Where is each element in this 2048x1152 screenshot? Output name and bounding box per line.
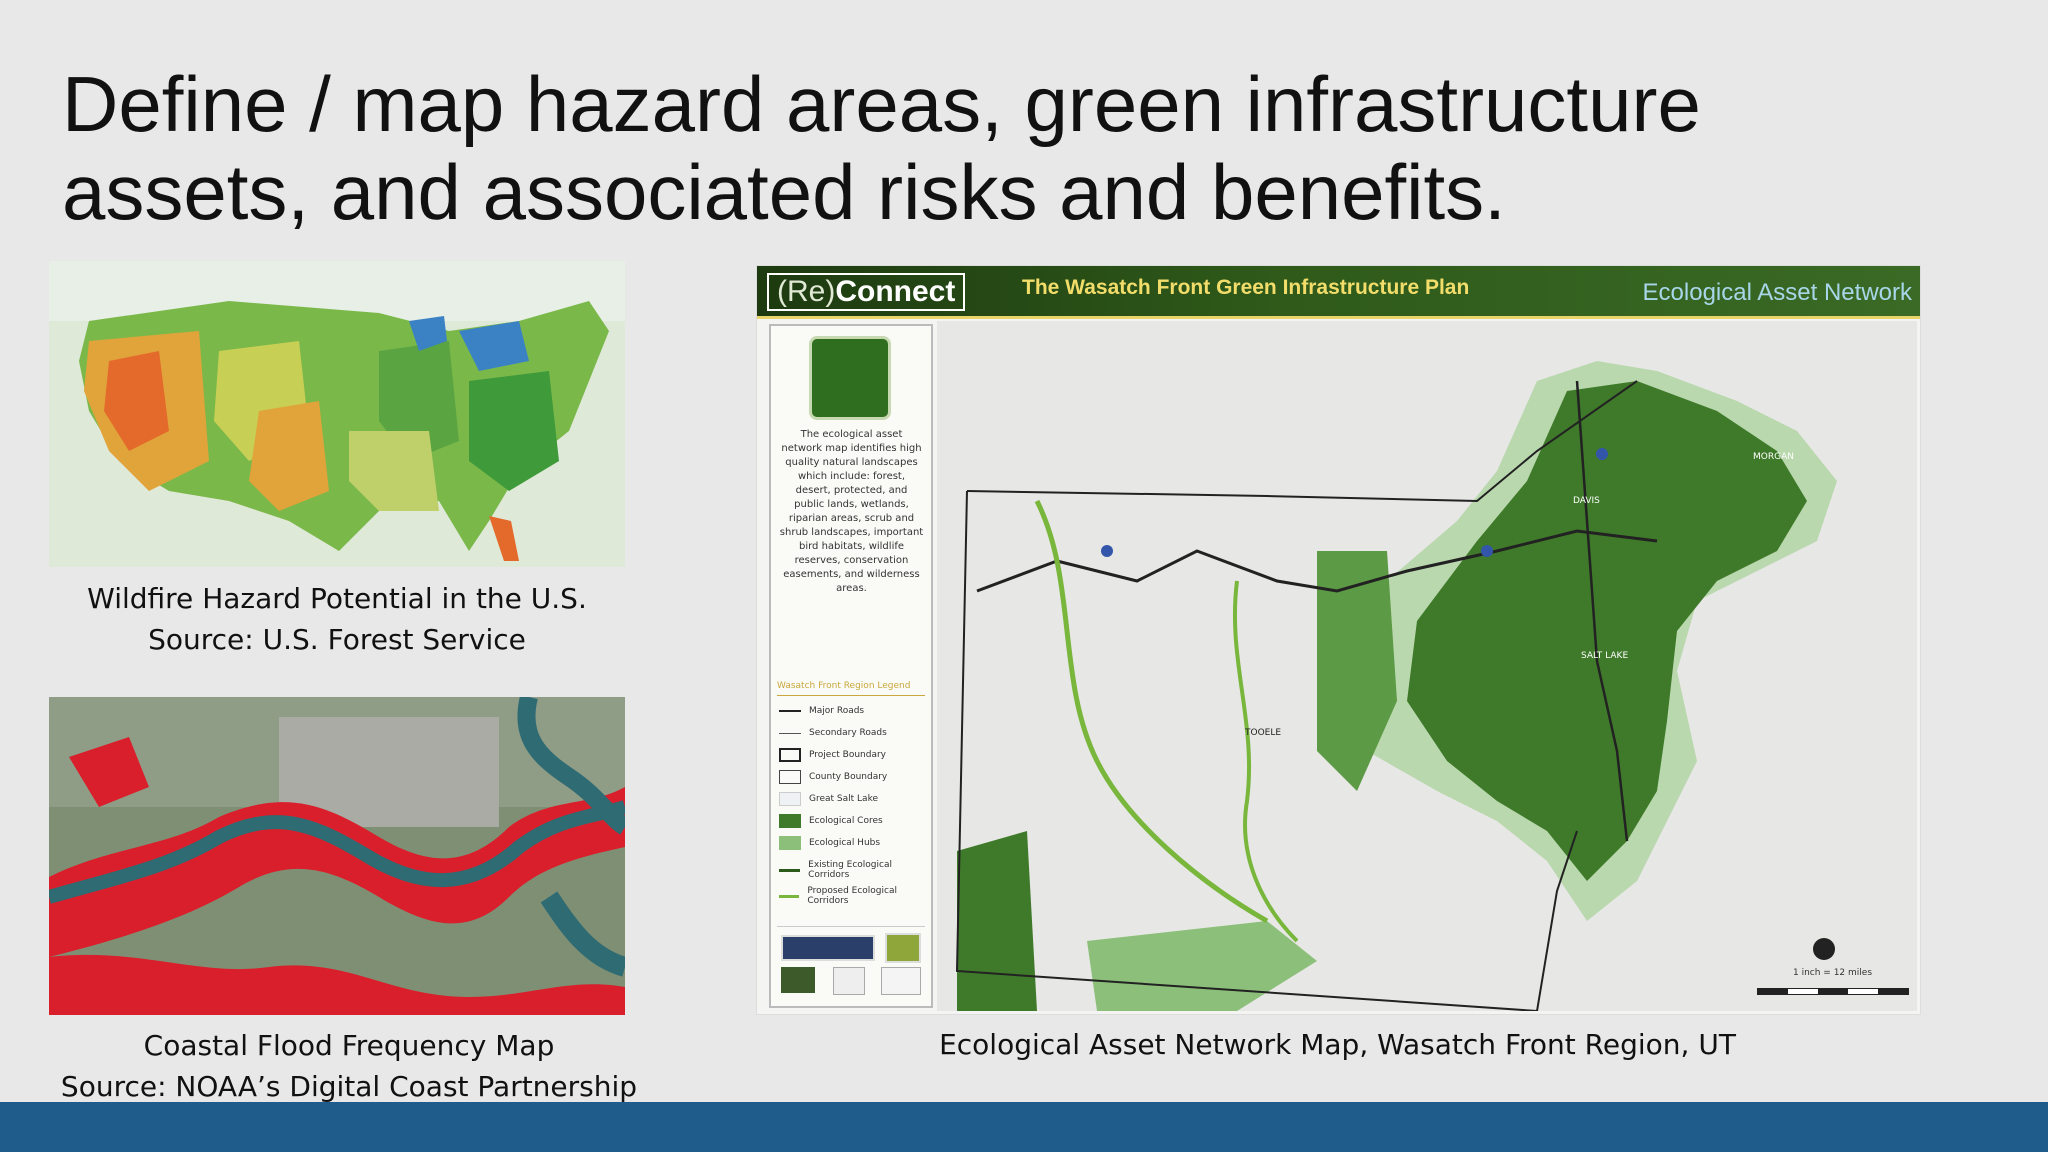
wildfire-caption-title: Wildfire Hazard Potential in the U.S. (87, 582, 587, 615)
existing-corridors-swatch (779, 868, 801, 872)
legend-label: Existing Ecological Corridors (808, 860, 892, 880)
legend-item-ecological-hubs: Ecological Hubs (779, 836, 880, 850)
eco-map-header: (Re)Connect The Wasatch Front Green Infr… (757, 266, 1920, 319)
coastal-map-graphic (49, 697, 625, 1015)
coastal-caption: Coastal Flood Frequency Map Source: NOAA… (49, 1025, 649, 1107)
reconnect-logo: (Re)Connect (767, 273, 966, 311)
eco-description: The ecological asset network map identif… (779, 429, 924, 594)
legend-item-proposed-corridors: Proposed Ecological Corridors (779, 886, 931, 906)
partner-logo (781, 967, 815, 993)
eco-plan-title: The Wasatch Front Green Infrastructure P… (1022, 276, 1470, 299)
legend-label: Major Roads (809, 706, 865, 716)
wildlife-icon (809, 336, 891, 420)
legend-label: Project Boundary (809, 750, 886, 760)
coastal-caption-title: Coastal Flood Frequency Map (143, 1029, 555, 1062)
coastal-flood-map (49, 697, 625, 1015)
wildfire-hazard-map (49, 261, 625, 567)
ecological-asset-map: (Re)Connect The Wasatch Front Green Infr… (756, 265, 1921, 1015)
scale-text: 1 inch = 12 miles (1793, 968, 1873, 978)
north-arrow-icon (1813, 938, 1835, 960)
legend-item-county-boundary: County Boundary (779, 770, 887, 784)
legend-item-ecological-cores: Ecological Cores (779, 814, 883, 828)
legend-label: County Boundary (809, 772, 888, 782)
legend-label: Great Salt Lake (809, 794, 878, 804)
legend-item-existing-corridors: Existing Ecological Corridors (779, 860, 931, 880)
eco-map-graphic (937, 321, 1917, 1011)
legend-item-secondary-roads: Secondary Roads (779, 728, 887, 738)
ecological-cores-swatch (779, 814, 801, 828)
ecological-hubs-swatch (779, 836, 801, 850)
county-boundary-swatch (779, 770, 801, 784)
reconnect-logo-re: (Re) (777, 275, 836, 308)
reconnect-logo-connect: Connect (835, 275, 956, 308)
legend-label: Secondary Roads (809, 728, 887, 738)
partner-logo (833, 967, 865, 995)
legend-label: Ecological Cores (809, 816, 883, 826)
secondary-roads-swatch (779, 732, 801, 734)
partner-logo (885, 933, 921, 963)
legend-label: Proposed Ecological Corridors (807, 886, 897, 906)
legend-item-great-salt-lake: Great Salt Lake (779, 792, 878, 806)
place-label-morgan: MORGAN (1753, 452, 1794, 462)
wildfire-caption-source: Source: U.S. Forest Service (148, 623, 526, 656)
proposed-corridors-swatch (779, 894, 800, 898)
legend-item-major-roads: Major Roads (779, 706, 864, 716)
eco-map-label: Ecological Asset Network (1642, 279, 1912, 306)
major-roads-swatch (779, 710, 801, 712)
partner-logo (881, 967, 921, 995)
eco-legend-title: Wasatch Front Region Legend (777, 681, 925, 696)
partner-logos (777, 926, 925, 997)
legend-label: Ecological Hubs (809, 838, 881, 848)
legend-item-project-boundary: Project Boundary (779, 748, 886, 762)
wildfire-caption: Wildfire Hazard Potential in the U.S. So… (49, 578, 625, 660)
scale-bar (1757, 988, 1909, 995)
place-label-tooele: TOOELE (1245, 728, 1282, 738)
footer-bar (0, 1102, 2048, 1152)
slide-title: Define / map hazard areas, green infrast… (62, 60, 1701, 236)
eco-legend-panel: The ecological asset network map identif… (769, 324, 933, 1008)
project-boundary-swatch (779, 748, 801, 762)
place-label-davis: DAVIS (1573, 496, 1600, 506)
coastal-caption-source: Source: NOAA’s Digital Coast Partnership (60, 1070, 638, 1103)
place-label-salt-lake: SALT LAKE (1581, 651, 1629, 661)
great-salt-lake-swatch (779, 792, 801, 806)
wildfire-map-graphic (49, 261, 625, 567)
ecological-caption: Ecological Asset Network Map, Wasatch Fr… (939, 1028, 1736, 1061)
partner-logo (781, 935, 875, 961)
